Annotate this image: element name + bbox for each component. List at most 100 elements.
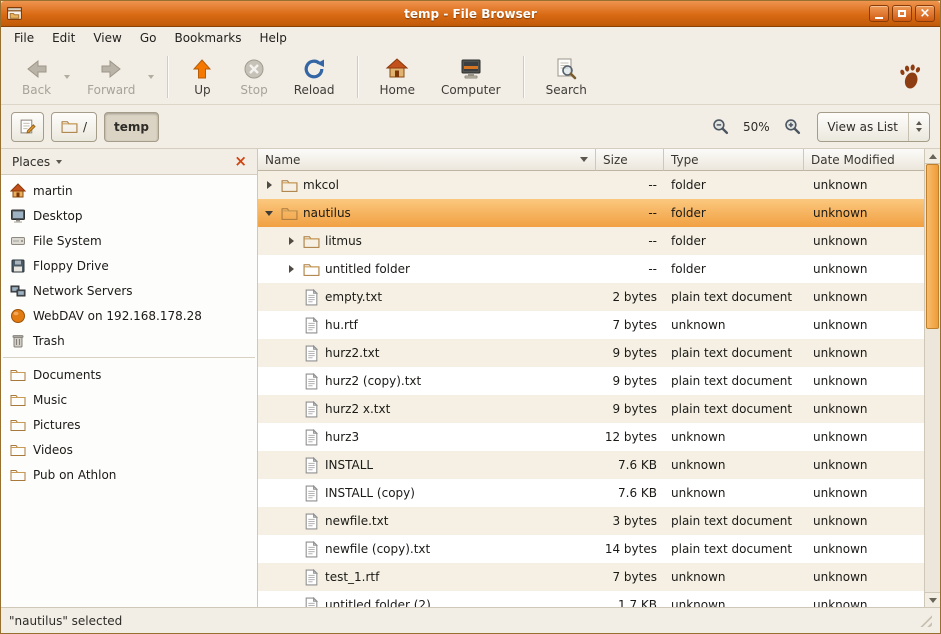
table-row-selected[interactable]: nautilus -- folder unknown xyxy=(258,199,924,227)
menu-file[interactable]: File xyxy=(5,27,43,49)
computer-icon xyxy=(459,57,483,81)
expander-collapsed-icon[interactable] xyxy=(262,181,276,189)
table-row[interactable]: litmus -- folder unknown xyxy=(258,227,924,255)
up-button[interactable]: Up xyxy=(181,54,223,99)
minimize-button[interactable] xyxy=(869,5,889,22)
sidebar-item-trash[interactable]: Trash xyxy=(1,328,257,353)
file-browser-icon[interactable] xyxy=(6,5,23,22)
scroll-up-button[interactable] xyxy=(925,149,940,164)
search-button[interactable]: Search xyxy=(537,54,596,99)
file-type: plain text document xyxy=(664,367,804,395)
column-header-type[interactable]: Type xyxy=(664,149,804,171)
text-file-icon xyxy=(303,289,320,306)
name-cell: INSTALL (copy) xyxy=(258,479,596,507)
view-mode-select[interactable]: View as List xyxy=(817,112,930,142)
file-name: mkcol xyxy=(303,178,339,192)
table-row[interactable]: hurz2 (copy).txt 9 bytes plain text docu… xyxy=(258,367,924,395)
column-label: Type xyxy=(671,153,699,167)
scrollbar-track[interactable] xyxy=(925,164,940,592)
file-size: 7.6 KB xyxy=(596,451,664,479)
expander-expanded-icon[interactable] xyxy=(262,211,276,216)
sidebar-item-music[interactable]: Music xyxy=(1,387,257,412)
sidebar-item-label: Music xyxy=(33,393,67,407)
menu-go[interactable]: Go xyxy=(131,27,166,49)
path-button-temp[interactable]: temp xyxy=(104,112,159,142)
scrollbar-thumb[interactable] xyxy=(926,164,939,329)
sidebar-item-label: Pictures xyxy=(33,418,81,432)
sidebar-item-file-system[interactable]: File System xyxy=(1,228,257,253)
column-header-name[interactable]: Name xyxy=(258,149,596,171)
resize-grip[interactable] xyxy=(919,614,932,627)
zoom-in-button[interactable] xyxy=(780,115,804,139)
home-button[interactable]: Home xyxy=(371,54,424,99)
table-row[interactable]: untitled folder (2) 1.7 KB unknown unkno… xyxy=(258,591,924,607)
table-row[interactable]: hu.rtf 7 bytes unknown unknown xyxy=(258,311,924,339)
table-row[interactable]: untitled folder -- folder unknown xyxy=(258,255,924,283)
table-row[interactable]: hurz2.txt 9 bytes plain text document un… xyxy=(258,339,924,367)
table-row[interactable]: newfile.txt 3 bytes plain text document … xyxy=(258,507,924,535)
table-row[interactable]: empty.txt 2 bytes plain text document un… xyxy=(258,283,924,311)
table-row[interactable]: INSTALL (copy) 7.6 KB unknown unknown xyxy=(258,479,924,507)
file-type: unknown xyxy=(664,591,804,607)
sidebar-panel-selector[interactable]: Places xyxy=(8,153,66,171)
table-row[interactable]: mkcol -- folder unknown xyxy=(258,171,924,199)
vertical-scrollbar[interactable] xyxy=(924,149,940,607)
table-row[interactable]: test_1.rtf 7 bytes unknown unknown xyxy=(258,563,924,591)
expander-collapsed-icon[interactable] xyxy=(284,237,298,245)
forward-history-dropdown-icon[interactable] xyxy=(148,75,154,79)
menu-bookmarks[interactable]: Bookmarks xyxy=(165,27,250,49)
close-button[interactable]: × xyxy=(915,5,935,22)
back-button[interactable]: Back xyxy=(13,54,60,99)
gnome-foot-icon xyxy=(896,63,924,91)
table-row[interactable]: hurz3 12 bytes unknown unknown xyxy=(258,423,924,451)
sidebar-item-network-servers[interactable]: Network Servers xyxy=(1,278,257,303)
name-cell: untitled folder (2) xyxy=(258,591,596,607)
forward-button[interactable]: Forward xyxy=(78,54,144,99)
toggle-location-entry-button[interactable] xyxy=(11,112,44,142)
trash-icon xyxy=(10,333,26,349)
file-name: test_1.rtf xyxy=(325,570,379,584)
computer-button[interactable]: Computer xyxy=(432,54,510,99)
maximize-button[interactable] xyxy=(892,5,912,22)
toolbar-separator xyxy=(523,56,524,98)
file-modified: unknown xyxy=(804,227,924,255)
table-row[interactable]: INSTALL 7.6 KB unknown unknown xyxy=(258,451,924,479)
table-row[interactable]: hurz2 x.txt 9 bytes plain text document … xyxy=(258,395,924,423)
column-header-size[interactable]: Size xyxy=(596,149,664,171)
zoom-in-icon xyxy=(784,118,801,135)
scroll-down-button[interactable] xyxy=(925,592,940,607)
menu-edit[interactable]: Edit xyxy=(43,27,84,49)
sidebar-item-webdav[interactable]: WebDAV on 192.168.178.28 xyxy=(1,303,257,328)
name-cell: INSTALL xyxy=(258,451,596,479)
file-name: hurz2.txt xyxy=(325,346,379,360)
sidebar-item-pub-on-athlon[interactable]: Pub on Athlon xyxy=(1,462,257,487)
file-name: hurz2 x.txt xyxy=(325,402,390,416)
reload-button[interactable]: Reload xyxy=(285,54,344,99)
path-button-root[interactable]: / xyxy=(51,112,97,142)
sidebar-item-documents[interactable]: Documents xyxy=(1,362,257,387)
close-icon: × xyxy=(920,7,931,20)
close-sidebar-button[interactable]: × xyxy=(231,154,250,169)
zoom-out-button[interactable] xyxy=(708,115,732,139)
column-header-date-modified[interactable]: Date Modified xyxy=(804,149,924,171)
expander-collapsed-icon[interactable] xyxy=(284,265,298,273)
stop-button[interactable]: Stop xyxy=(231,54,276,99)
sidebar-item-desktop[interactable]: Desktop xyxy=(1,203,257,228)
file-modified: unknown xyxy=(804,479,924,507)
text-file-icon xyxy=(303,513,320,530)
titlebar[interactable]: temp - File Browser × xyxy=(1,1,940,27)
file-name: hu.rtf xyxy=(325,318,358,332)
back-history-dropdown-icon[interactable] xyxy=(64,75,70,79)
file-size: -- xyxy=(596,171,664,199)
sidebar-item-videos[interactable]: Videos xyxy=(1,437,257,462)
table-row[interactable]: newfile (copy).txt 14 bytes plain text d… xyxy=(258,535,924,563)
sidebar-item-floppy-drive[interactable]: Floppy Drive xyxy=(1,253,257,278)
file-type: unknown xyxy=(664,479,804,507)
back-arrow-icon xyxy=(25,57,49,81)
menu-view[interactable]: View xyxy=(84,27,130,49)
sidebar-item-pictures[interactable]: Pictures xyxy=(1,412,257,437)
minimize-icon xyxy=(875,17,883,19)
file-name: INSTALL xyxy=(325,458,373,472)
sidebar-item-martin[interactable]: martin xyxy=(1,178,257,203)
menu-help[interactable]: Help xyxy=(251,27,296,49)
